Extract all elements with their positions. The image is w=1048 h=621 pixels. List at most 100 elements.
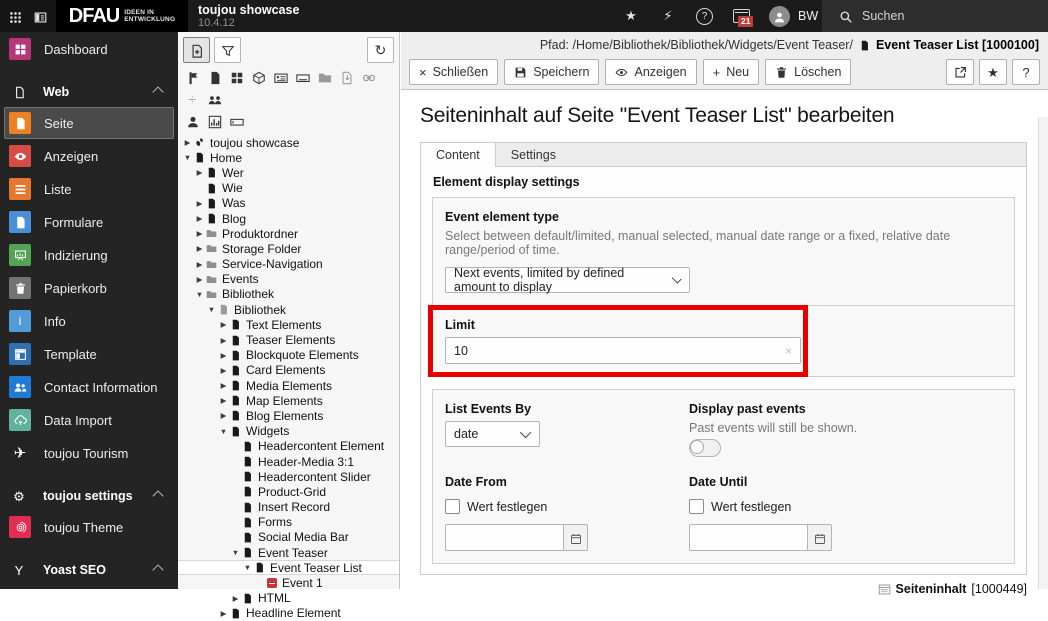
tree-expander-icon[interactable]: ▶	[218, 609, 229, 618]
tree-expander-icon[interactable]: ▶	[218, 396, 229, 405]
tree-node-label[interactable]: Media Elements	[246, 379, 332, 393]
sidebar-item-anzeigen[interactable]: Anzeigen	[4, 140, 174, 172]
help-button[interactable]: ?	[1012, 59, 1040, 85]
tree-node-event-teaser-list[interactable]: ▼ Event Teaser List	[178, 560, 399, 576]
sidebar-item-dashboard[interactable]: Dashboard	[4, 33, 174, 65]
sidebar-section-web[interactable]: Web	[4, 79, 174, 105]
tree-expander-icon[interactable]: ▶	[218, 411, 229, 420]
tree-node-label[interactable]: Map Elements	[246, 394, 323, 408]
tree-expander-icon[interactable]: ▶	[218, 381, 229, 390]
new-statistics-drag-icon[interactable]	[207, 114, 222, 129]
new-page-media-drag-icon[interactable]	[273, 70, 288, 85]
new-user-drag-icon[interactable]	[185, 114, 200, 129]
tree-node-event-teaser[interactable]: ▼ Event Teaser	[178, 545, 399, 560]
tree-node-wer[interactable]: ▶ Wer	[178, 165, 399, 180]
display-past-events-toggle[interactable]	[689, 439, 721, 457]
new-page-flag-drag-icon[interactable]	[185, 70, 200, 85]
tree-node-label[interactable]: Bibliothek	[234, 303, 286, 317]
tree-node-headline-element[interactable]: ▶ Headline Element	[178, 606, 399, 621]
sidebar-item-seite[interactable]: Seite	[4, 107, 174, 139]
date-from-checkbox[interactable]	[445, 499, 460, 514]
sidebar-item-template[interactable]: Template	[4, 338, 174, 370]
tree-expander-icon[interactable]: ▼	[194, 290, 205, 299]
date-until-checkbox[interactable]	[689, 499, 704, 514]
tree-node-service-navigation[interactable]: ▶ Service-Navigation	[178, 257, 399, 272]
tree-node-headercontent-element[interactable]: Headercontent Element	[178, 439, 399, 454]
tree-node-produktordner[interactable]: ▶ Produktordner	[178, 226, 399, 241]
tree-node-label[interactable]: Product-Grid	[258, 485, 326, 499]
tree-expander-icon[interactable]: ▶	[218, 320, 229, 329]
tree-expander-icon[interactable]: ▶	[194, 260, 205, 269]
tree-node-label[interactable]: Produktordner	[222, 227, 298, 241]
tree-node-label[interactable]: Blockquote Elements	[246, 348, 359, 362]
sidebar-item-liste[interactable]: Liste	[4, 173, 174, 205]
tree-node-media-elements[interactable]: ▶ Media Elements	[178, 378, 399, 393]
new-page-users-drag-icon[interactable]	[207, 92, 222, 107]
tree-node-label[interactable]: Wie	[222, 181, 243, 195]
tree-node-label[interactable]: Blog	[222, 212, 246, 226]
folder-icon[interactable]	[205, 259, 218, 270]
tree-node-insert-record[interactable]: Insert Record	[178, 500, 399, 515]
page-icon[interactable]	[205, 213, 218, 224]
page-icon[interactable]	[229, 395, 242, 406]
limit-input[interactable]	[446, 343, 800, 358]
bookmark-star-icon[interactable]: ★	[622, 7, 640, 25]
system-information-icon[interactable]: 21	[732, 7, 754, 27]
tree-node-was[interactable]: ▶ Was	[178, 196, 399, 211]
event-element-type-select[interactable]: Next events, limited by defined amount t…	[445, 266, 690, 294]
page-icon[interactable]	[241, 593, 254, 604]
tree-node-blog-elements[interactable]: ▶ Blog Elements	[178, 408, 399, 423]
tree-expander-icon[interactable]: ▼	[182, 153, 193, 162]
clear-cache-bolt-icon[interactable]: ⚡	[659, 7, 677, 25]
tree-node-widgets[interactable]: ▼ Widgets	[178, 424, 399, 439]
module-menu-icon[interactable]	[34, 8, 47, 23]
open-in-new-button[interactable]	[946, 59, 974, 85]
tree-node-blog[interactable]: ▶ Blog	[178, 211, 399, 226]
folder-icon[interactable]	[205, 289, 218, 300]
tree-node-label[interactable]: Card Elements	[246, 363, 325, 377]
tree-node-map-elements[interactable]: ▶ Map Elements	[178, 393, 399, 408]
tree-node-label[interactable]: Was	[222, 196, 246, 210]
tree-node-label[interactable]: Teaser Elements	[246, 333, 335, 347]
tree-expander-icon[interactable]: ▼	[230, 548, 241, 557]
sidebar-item-toujou-theme[interactable]: toujou Theme	[4, 511, 174, 543]
new-folder-drag-icon[interactable]	[317, 70, 332, 85]
new-page-shortcut-drag-icon[interactable]	[251, 70, 266, 85]
new-page-link-drag-icon[interactable]	[361, 70, 376, 85]
date-until-input[interactable]	[690, 530, 807, 545]
tree-node-toujou-showcase[interactable]: ▶ toujou showcase	[178, 135, 399, 150]
list-events-by-select[interactable]: date	[445, 421, 540, 447]
tree-node-label[interactable]: Headline Element	[246, 606, 341, 620]
tree-expander-icon[interactable]: ▶	[194, 214, 205, 223]
tab-content[interactable]: Content	[421, 143, 496, 167]
search-bar[interactable]: Suchen	[822, 0, 1048, 32]
page-icon[interactable]	[229, 319, 242, 330]
date-from-input[interactable]	[446, 530, 563, 545]
date-from-calendar-button[interactable]	[563, 524, 588, 551]
folder-icon[interactable]	[205, 228, 218, 239]
save-button[interactable]: Speichern	[504, 59, 600, 85]
tree-node-label[interactable]: Storage Folder	[222, 242, 301, 256]
page-icon[interactable]	[253, 562, 266, 573]
tree-node-label[interactable]: Home	[210, 151, 242, 165]
tree-expander-icon[interactable]: ▶	[194, 199, 205, 208]
sidebar-item-toujou-tourism[interactable]: ✈ toujou Tourism	[4, 437, 174, 469]
page-icon[interactable]	[241, 502, 254, 513]
tree-node-header-media-3-1[interactable]: Header-Media 3:1	[178, 454, 399, 469]
bookmark-button[interactable]: ★	[979, 59, 1007, 85]
tree-expander-icon[interactable]: ▶	[194, 168, 205, 177]
tab-settings[interactable]: Settings	[496, 143, 571, 167]
tree-node-blockquote-elements[interactable]: ▶ Blockquote Elements	[178, 348, 399, 363]
tree-node-html[interactable]: ▶ HTML	[178, 591, 399, 606]
tree-node-label[interactable]: Widgets	[246, 424, 289, 438]
new-page-paste-drag-icon[interactable]	[339, 70, 354, 85]
tree-node-label[interactable]: Event Teaser List	[270, 561, 362, 575]
page-icon[interactable]	[241, 532, 254, 543]
tree-node-card-elements[interactable]: ▶ Card Elements	[178, 363, 399, 378]
page-icon[interactable]	[229, 365, 242, 376]
sidebar-item-contact-information[interactable]: Contact Information	[4, 371, 174, 403]
tree-node-label[interactable]: Social Media Bar	[258, 530, 349, 544]
hidden-event-icon[interactable]	[265, 578, 278, 589]
tree-expander-icon[interactable]: ▶	[218, 366, 229, 375]
tree-expander-icon[interactable]: ▶	[194, 244, 205, 253]
